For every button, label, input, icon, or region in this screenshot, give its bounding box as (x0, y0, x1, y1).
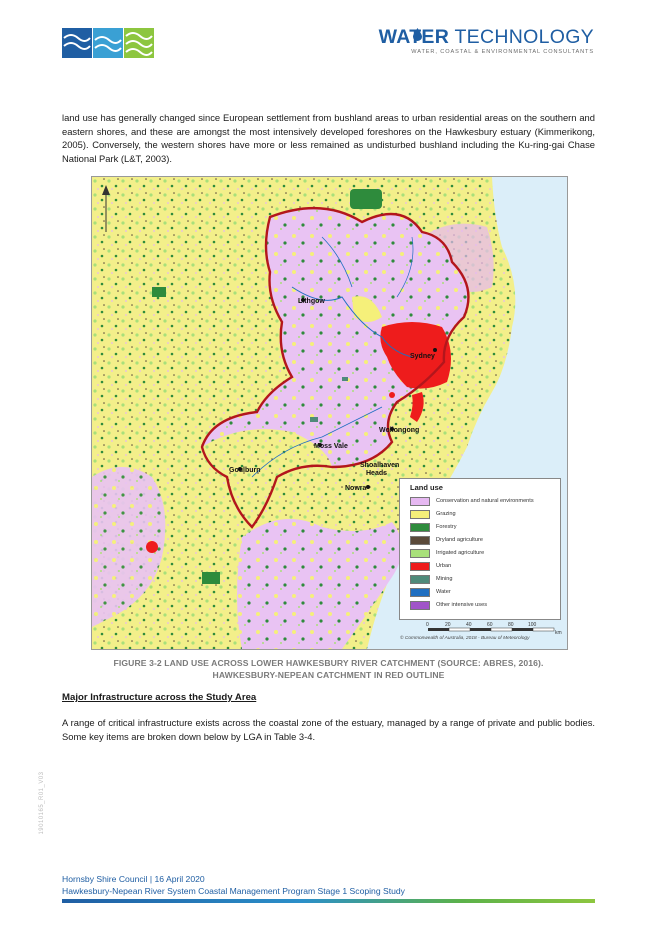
scale-tick: 20 (445, 622, 451, 628)
legend-item-conservation: Conservation and natural environments (410, 496, 534, 506)
legend-swatch (410, 561, 430, 571)
legend-item-dryland: Dryland agriculture (410, 535, 483, 545)
figure-caption-line-2: HAWKESBURY-NEPEAN CATCHMENT IN RED OUTLI… (212, 670, 445, 680)
body-paragraph-1: land use has generally changed since Eur… (62, 112, 595, 164)
city-label-moss-vale: Moss Vale (314, 443, 348, 450)
legend-swatch (410, 600, 430, 610)
brand-logo: WATER TECHNOLOGY WATER, COASTAL & ENVIRO… (379, 26, 594, 62)
legend-swatch (410, 509, 430, 519)
brand-tagline: WATER, COASTAL & ENVIRONMENTAL CONSULTAN… (411, 49, 594, 55)
legend-item-water: Water (410, 587, 451, 597)
city-label-heads: Heads (366, 470, 387, 477)
footer-project-title: Hawkesbury-Nepean River System Coastal M… (62, 886, 405, 896)
legend-title: Land use (410, 483, 443, 492)
legend-item-forestry: Forestry (410, 522, 457, 532)
footer-bar (62, 899, 595, 903)
legend-label: Irrigated agriculture (436, 550, 485, 556)
legend-item-urban: Urban (410, 561, 451, 571)
section-heading: Major Infrastructure across the Study Ar… (62, 692, 257, 703)
legend-label: Water (436, 589, 451, 595)
legend-swatch (410, 548, 430, 558)
brand-title-bold: WATER (378, 26, 450, 48)
scale-tick: 100 (528, 622, 537, 628)
city-label-shoalhaven: Shoalhaven (360, 462, 399, 469)
city-label-lithgow: Lithgow (298, 298, 325, 305)
map-legend: Land use Conservation and natural enviro… (399, 478, 561, 620)
scale-tick: 60 (487, 622, 493, 628)
legend-label: Urban (436, 563, 452, 569)
scale-tick: 40 (466, 622, 472, 628)
legend-swatch (410, 535, 430, 545)
document-code-text: 19010165_R01_V03 (39, 771, 45, 835)
city-label-wollongong: Wollongong (379, 427, 419, 434)
legend-label: Dryland agriculture (436, 537, 483, 543)
waves-logo-icon (62, 28, 154, 58)
brand-title: WATER TECHNOLOGY (379, 26, 594, 49)
legend-item-mining: Mining (410, 574, 452, 584)
legend-label: Mining (436, 576, 453, 582)
legend-label: Forestry (436, 524, 457, 530)
body-paragraph-2: A range of critical infrastructure exist… (62, 717, 595, 742)
legend-item-irrigated: Irrigated agriculture (410, 548, 484, 558)
legend-label: Other intensive uses (436, 602, 487, 608)
legend-item-grazing: Grazing (410, 509, 456, 519)
legend-label: Conservation and natural environments (436, 498, 534, 504)
city-label-goulburn: Goulburn (229, 467, 261, 474)
scale-tick: 80 (508, 622, 514, 628)
city-label-sydney: Sydney (410, 353, 435, 360)
brand-title-rest: TECHNOLOGY (449, 26, 594, 48)
city-label-nowra: Nowra (345, 485, 367, 492)
legend-swatch (410, 574, 430, 584)
figure-caption-line-1: FIGURE 3-2 LAND USE ACROSS LOWER HAWKESB… (113, 658, 544, 668)
legend-swatch (410, 496, 430, 506)
legend-item-other-intensive: Other intensive uses (410, 600, 487, 610)
footer-client-date: Hornsby Shire Council | 16 April 2020 (62, 874, 205, 884)
legend-swatch (410, 587, 430, 597)
scale-tick: 0 (426, 622, 429, 628)
map-copyright: © Commonwealth of Australia, 2018 - Bure… (400, 636, 530, 641)
document-code: 19010165_R01_V03 (36, 758, 48, 848)
legend-swatch (410, 522, 430, 532)
legend-label: Grazing (436, 511, 456, 517)
scale-unit: km (555, 630, 562, 636)
